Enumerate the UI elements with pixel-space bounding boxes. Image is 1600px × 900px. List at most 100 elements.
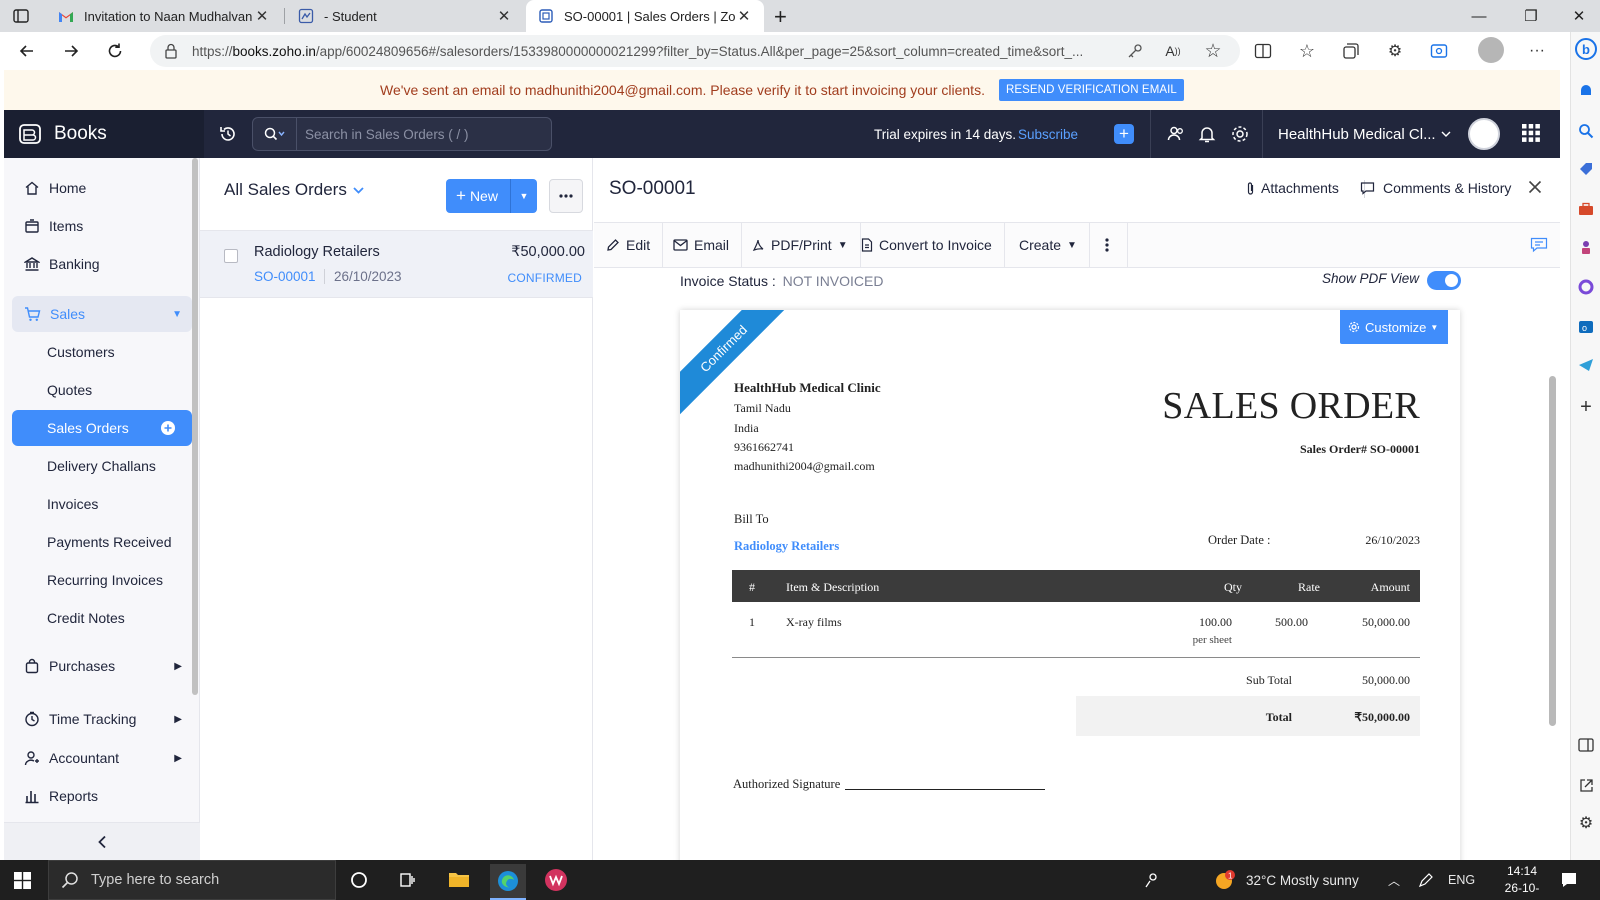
maximize-icon[interactable]: ❐	[1508, 0, 1554, 32]
close-icon[interactable]: ✕	[496, 7, 512, 25]
sidebar-item-delivery-challans[interactable]: Delivery Challans	[12, 448, 192, 484]
tab-student[interactable]: - Student ✕	[286, 0, 524, 32]
screenshot-icon[interactable]	[1428, 40, 1450, 62]
task-view-icon[interactable]	[398, 871, 416, 889]
minimize-icon[interactable]: —	[1456, 0, 1502, 32]
new-dropdown-icon[interactable]: ▼	[511, 191, 537, 201]
header-search-input[interactable]: Search in Sales Orders ( / )	[252, 117, 552, 151]
row-so-number[interactable]: SO-00001	[254, 269, 316, 284]
sidebar-collapse-button[interactable]	[4, 822, 200, 860]
people-icon[interactable]	[1144, 872, 1160, 888]
settings-gear-icon[interactable]: ⚙	[1575, 812, 1597, 834]
pdf-print-button[interactable]: PDF/Print ▼	[739, 223, 861, 267]
more-options-button[interactable]	[549, 179, 583, 213]
new-tab-icon[interactable]: +	[774, 4, 787, 30]
windows-start-icon[interactable]	[14, 872, 31, 889]
read-aloud-icon[interactable]: A))	[1162, 40, 1184, 62]
new-sales-order-button[interactable]: + New ▼	[446, 179, 537, 213]
organization-switcher[interactable]: HealthHub Medical Cl...	[1278, 110, 1451, 158]
detail-scrollbar[interactable]	[1549, 376, 1556, 726]
close-icon[interactable]: ✕	[254, 7, 270, 25]
settings-gear-icon[interactable]	[1230, 124, 1250, 144]
collections-icon[interactable]	[1340, 40, 1362, 62]
sidebar-item-reports[interactable]: Reports	[12, 778, 192, 814]
sidebar-item-purchases[interactable]: Purchases ▶	[12, 648, 192, 684]
users-icon[interactable]	[1166, 124, 1186, 144]
quick-create-icon[interactable]: +	[1114, 124, 1134, 144]
favorites-icon[interactable]: ☆	[1296, 40, 1318, 62]
language-indicator[interactable]: ENG	[1448, 860, 1475, 900]
new-button-main[interactable]: + New	[446, 179, 511, 213]
extensions-icon[interactable]: ⚙	[1384, 40, 1406, 62]
row-checkbox[interactable]	[224, 249, 238, 263]
sidebar-item-banking[interactable]: Banking	[12, 246, 192, 282]
sidebar-item-invoices[interactable]: Invoices	[12, 486, 192, 522]
tab-actions-icon[interactable]	[12, 7, 30, 25]
subscribe-link[interactable]: Subscribe	[1018, 110, 1078, 158]
more-menu-icon[interactable]: ···	[1526, 40, 1548, 62]
sidebar-scrollbar[interactable]	[192, 158, 198, 695]
convert-to-invoice-button[interactable]: Convert to Invoice	[849, 223, 1005, 267]
feedback-icon[interactable]	[1530, 237, 1548, 253]
refresh-icon[interactable]	[100, 38, 130, 64]
sidebar-item-payments-received[interactable]: Payments Received	[12, 524, 192, 560]
office-icon[interactable]	[1575, 276, 1597, 298]
send-icon[interactable]	[1575, 354, 1597, 376]
list-item[interactable]: Radiology Retailers ₹50,000.00 SO-00001 …	[200, 230, 593, 298]
add-icon[interactable]: +	[1575, 396, 1597, 418]
system-clock[interactable]: 14:14 26-10-2023	[1494, 863, 1550, 900]
edit-button[interactable]: Edit	[594, 223, 664, 267]
user-avatar[interactable]	[1468, 118, 1500, 150]
taskbar-search-input[interactable]: Type here to search	[48, 860, 336, 900]
customize-button[interactable]: Customize ▼	[1340, 310, 1449, 344]
tools-icon[interactable]	[1575, 198, 1597, 220]
app-grid-icon[interactable]	[1522, 124, 1540, 142]
outlook-icon[interactable]: o	[1575, 316, 1597, 338]
sidebar-item-time-tracking[interactable]: Time Tracking ▶	[12, 701, 192, 737]
forward-icon[interactable]	[56, 38, 86, 64]
attachments-button[interactable]: Attachments	[1246, 180, 1339, 196]
sidebar-item-home[interactable]: Home	[12, 170, 192, 206]
window-close-icon[interactable]: ✕	[1556, 0, 1600, 32]
pen-icon[interactable]	[1418, 872, 1434, 888]
chevron-up-icon[interactable]: ︿	[1388, 860, 1400, 900]
sidebar-item-sales-orders[interactable]: Sales Orders	[12, 410, 192, 446]
sidebar-layout-icon[interactable]	[1575, 734, 1597, 756]
sidebar-item-credit-notes[interactable]: Credit Notes	[12, 600, 192, 636]
edge-taskbar-icon[interactable]	[490, 864, 526, 900]
favorite-star-icon[interactable]: ☆	[1202, 40, 1224, 62]
wps-office-icon[interactable]	[544, 868, 568, 892]
add-circle-icon[interactable]	[161, 421, 184, 435]
resend-verification-button[interactable]: RESEND VERIFICATION EMAIL	[998, 79, 1184, 101]
create-button[interactable]: Create ▼	[1007, 223, 1090, 267]
close-detail-icon[interactable]	[1527, 179, 1543, 195]
email-button[interactable]: Email	[661, 223, 743, 267]
shopping-icon[interactable]	[1575, 158, 1597, 180]
sidebar-item-quotes[interactable]: Quotes	[12, 372, 192, 408]
external-link-icon[interactable]	[1575, 774, 1597, 796]
app-logo[interactable]: Books	[4, 110, 204, 158]
search-icon[interactable]	[1575, 120, 1597, 142]
show-pdf-toggle[interactable]	[1427, 271, 1461, 290]
games-icon[interactable]	[1575, 236, 1597, 258]
sidebar-item-customers[interactable]: Customers	[12, 334, 192, 370]
tab-gmail[interactable]: Invitation to Naan Mudhalvan - n ✕	[46, 0, 282, 32]
cortana-icon[interactable]	[350, 871, 368, 889]
sidebar-item-sales[interactable]: Sales ▼	[12, 296, 192, 332]
sidebar-item-items[interactable]: Items	[12, 208, 192, 244]
close-icon[interactable]: ✕	[736, 7, 752, 25]
more-actions-button[interactable]	[1093, 223, 1128, 267]
recent-history-icon[interactable]	[218, 124, 238, 144]
notifications-icon[interactable]	[1575, 80, 1597, 102]
bing-icon[interactable]: b	[1575, 38, 1597, 60]
key-icon[interactable]	[1124, 40, 1146, 62]
notifications-bell-icon[interactable]	[1198, 124, 1216, 144]
profile-avatar[interactable]	[1478, 37, 1504, 63]
comments-history-button[interactable]: Comments & History	[1360, 180, 1511, 196]
file-explorer-icon[interactable]	[448, 870, 470, 888]
action-center-icon[interactable]	[1560, 871, 1578, 889]
bill-to-customer[interactable]: Radiology Retailers	[734, 539, 839, 554]
list-view-selector[interactable]: All Sales Orders	[224, 180, 364, 200]
search-icon[interactable]	[253, 118, 297, 150]
tab-sales-order[interactable]: SO-00001 | Sales Orders | Zoho B ✕	[526, 0, 764, 32]
